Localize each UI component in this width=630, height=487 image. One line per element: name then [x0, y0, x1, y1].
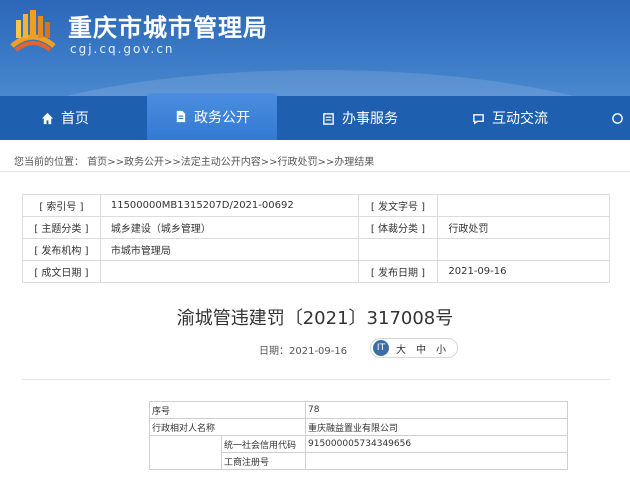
index-no-label: [ 索引号 ] — [22, 194, 101, 217]
created-date-value — [99, 260, 359, 283]
nav-item-label: 互动交流 — [492, 111, 548, 127]
row-value: 78 — [305, 401, 568, 419]
home-icon — [41, 112, 54, 124]
issuer-label: [ 发布机构 ] — [22, 238, 101, 261]
nav-item-label: 首页 — [61, 111, 89, 127]
index-no-value: 11500000MB1315207D/2021-00692 — [99, 194, 359, 217]
breadcrumb-government-affairs[interactable]: 政务公开 — [124, 157, 164, 168]
publish-date: 日期：2021-09-16 — [259, 346, 348, 357]
font-size-control: IT 大 中 小 — [370, 338, 458, 358]
issuer-value: 市城市管理局 — [99, 238, 359, 261]
empty-cell — [357, 238, 439, 261]
row-value: 915000005734349656 — [305, 435, 568, 453]
created-date-label: [ 成文日期 ] — [22, 260, 101, 283]
breadcrumb-separator: >> — [107, 157, 124, 168]
city-logo-icon — [10, 10, 56, 52]
table-row: 序号 78 — [149, 401, 568, 419]
empty-cell — [437, 238, 610, 261]
breadcrumb-separator: >> — [317, 157, 335, 168]
nav-item-label: 政务公开 — [194, 109, 250, 126]
metadata-row: [ 索引号 ] 11500000MB1315207D/2021-00692 [ … — [22, 194, 610, 217]
site-title[interactable]: 重庆市城市管理局 — [68, 8, 268, 43]
breadcrumb-penalty[interactable]: 行政处罚 — [277, 157, 317, 168]
metadata-row: [ 主题分类 ] 城乡建设（城乡管理） [ 体裁分类 ] 行政处罚 — [22, 216, 610, 239]
font-size-small[interactable]: 小 — [436, 341, 446, 356]
metadata-row: [ 成文日期 ] [ 发布日期 ] 2021-09-16 — [22, 260, 610, 283]
published-date-label: [ 发布日期 ] — [357, 260, 439, 283]
row-sub-label: 工商注册号 — [221, 452, 306, 470]
penalty-detail-table: 序号 78 行政相对人名称 重庆融益置业有限公司 统一社会信用代码 915000… — [149, 401, 568, 470]
doc-no-label: [ 发文字号 ] — [357, 194, 439, 217]
nav-item-more-cut[interactable] — [605, 96, 630, 140]
breadcrumb-separator: >> — [163, 157, 181, 168]
breadcrumb-result[interactable]: 办理结果 — [334, 157, 374, 168]
font-size-large[interactable]: 大 — [396, 341, 406, 356]
document-title: 渝城管违建罚〔2021〕317008号 — [176, 308, 454, 329]
breadcrumb-statutory-disclosure[interactable]: 法定主动公开内容 — [181, 157, 261, 168]
nav-item-label: 办事服务 — [342, 111, 398, 127]
table-row: 行政相对人名称 重庆融益置业有限公司 — [149, 418, 568, 436]
partial-nav-icon — [612, 112, 623, 124]
metadata-row: [ 发布机构 ] 市城市管理局 — [22, 238, 610, 261]
doc-no-value — [437, 194, 610, 217]
row-value — [305, 452, 568, 470]
breadcrumb: 您当前的位置： 首页>>政务公开>>法定主动公开内容>>行政处罚>>办理结果 — [14, 153, 374, 168]
metadata-table: [ 索引号 ] 11500000MB1315207D/2021-00692 [ … — [22, 194, 610, 283]
table-row: 统一社会信用代码 915000005734349656 — [149, 435, 568, 470]
breadcrumb-divider — [0, 171, 630, 172]
document-icon — [176, 110, 186, 123]
breadcrumb-prefix: 您当前的位置： — [14, 157, 84, 168]
topic-value: 城乡建设（城乡管理） — [99, 216, 359, 239]
breadcrumb-home[interactable]: 首页 — [87, 157, 107, 168]
published-date-value: 2021-09-16 — [437, 260, 610, 283]
row-group-cell — [149, 435, 222, 470]
genre-value: 行政处罚 — [437, 216, 610, 239]
content-divider — [22, 379, 610, 380]
nav-item-government-affairs[interactable]: 政务公开 — [147, 93, 277, 140]
row-value: 重庆融益置业有限公司 — [305, 418, 568, 436]
font-size-medium[interactable]: 中 — [416, 341, 426, 356]
site-url: cgj.cq.gov.cn — [70, 42, 175, 56]
nav-item-interaction[interactable]: 互动交流 — [455, 96, 565, 140]
text-size-icon: IT — [373, 340, 389, 356]
row-label: 序号 — [149, 401, 306, 419]
nav-item-services[interactable]: 办事服务 — [305, 96, 415, 140]
row-label: 行政相对人名称 — [149, 418, 306, 436]
genre-label: [ 体裁分类 ] — [357, 216, 439, 239]
nav-item-home[interactable]: 首页 — [20, 96, 110, 140]
topic-label: [ 主题分类 ] — [22, 216, 101, 239]
main-nav: 首页 政务公开 办事服务 互动交流 — [0, 93, 630, 140]
breadcrumb-separator: >> — [260, 157, 278, 168]
service-icon — [323, 112, 334, 125]
chat-icon — [473, 113, 484, 124]
row-sub-label: 统一社会信用代码 — [221, 435, 306, 453]
